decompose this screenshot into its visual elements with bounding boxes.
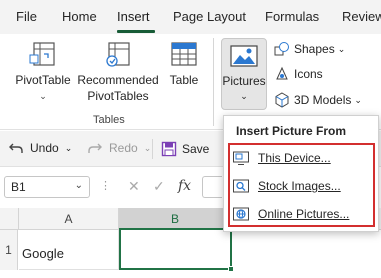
column-header-b[interactable]: B xyxy=(119,208,232,230)
cell-b1-selected[interactable] xyxy=(119,228,234,272)
3d-models-button[interactable]: 3D Models ⌄ xyxy=(274,91,362,109)
tab-file[interactable]: File xyxy=(16,9,37,24)
chevron-down-icon: ⌄ xyxy=(240,91,248,101)
chevron-down-icon: ⌄ xyxy=(39,91,47,101)
pivot-table-label: PivotTable xyxy=(15,73,71,87)
3d-models-label: 3D Models xyxy=(294,93,352,107)
shapes-icon xyxy=(274,41,290,57)
recommended-label-1: Recommended xyxy=(77,73,159,87)
undo-button[interactable]: Undo ⌄ xyxy=(8,141,72,155)
tab-formulas[interactable]: Formulas xyxy=(265,9,319,24)
icons-button[interactable]: Icons xyxy=(274,65,323,83)
shapes-button[interactable]: Shapes ⌄ xyxy=(274,40,345,58)
chevron-down-icon: ⌄ xyxy=(74,180,83,191)
group-divider xyxy=(213,38,214,126)
chevron-down-icon: ⌄ xyxy=(143,142,152,153)
online-pictures-icon xyxy=(233,207,249,221)
tab-review[interactable]: Review xyxy=(342,9,381,24)
tables-group-label: Tables xyxy=(93,114,125,126)
this-device-item[interactable]: This Device... xyxy=(232,148,331,168)
cancel-icon[interactable]: ✕ xyxy=(128,178,140,195)
stock-images-icon xyxy=(233,179,249,193)
pictures-button[interactable]: Pictures ⌄ xyxy=(221,38,267,110)
recommended-pivot-icon xyxy=(106,42,130,67)
select-all-corner[interactable] xyxy=(0,208,19,230)
3d-models-icon xyxy=(274,92,290,108)
insert-picture-dropdown: Insert Picture From This Device... Stock… xyxy=(223,115,379,232)
chevron-down-icon: ⌄ xyxy=(337,43,346,54)
fill-handle[interactable] xyxy=(228,266,234,272)
redo-label: Redo xyxy=(109,141,138,155)
undo-icon xyxy=(9,143,23,153)
icons-label: Icons xyxy=(294,67,323,81)
table-button[interactable]: Table xyxy=(164,40,204,88)
name-box-value: B1 xyxy=(11,180,26,194)
cell-a1[interactable]: Google xyxy=(19,230,119,270)
formula-input[interactable] xyxy=(202,176,222,198)
chevron-down-icon: ⌄ xyxy=(354,94,362,105)
row-header-1[interactable]: 1 xyxy=(0,230,18,270)
icons-icon xyxy=(274,66,290,82)
dropdown-title: Insert Picture From xyxy=(236,124,347,138)
pictures-label: Pictures xyxy=(222,74,266,88)
pivot-table-button[interactable]: PivotTable ⌄ xyxy=(14,40,72,104)
redo-icon xyxy=(88,143,102,153)
tab-home[interactable]: Home xyxy=(62,9,97,24)
recommended-pivottables-button[interactable]: Recommended PivotTables xyxy=(76,40,160,104)
more-options-icon: ⋮ xyxy=(100,180,111,192)
device-icon xyxy=(233,151,249,165)
stock-images-item[interactable]: Stock Images... xyxy=(232,176,341,196)
active-tab-indicator xyxy=(117,30,155,33)
recommended-label-2: PivotTables xyxy=(87,89,149,103)
undo-label: Undo xyxy=(30,141,59,155)
shapes-label: Shapes xyxy=(294,42,335,56)
stock-images-label: Stock Images... xyxy=(258,179,341,193)
name-box[interactable]: B1 ⌄ xyxy=(4,176,90,198)
online-pictures-item[interactable]: Online Pictures... xyxy=(232,204,349,224)
column-header-a[interactable]: A xyxy=(19,208,119,230)
picture-icon xyxy=(230,45,258,67)
table-icon xyxy=(171,42,197,66)
save-label: Save xyxy=(182,142,210,156)
online-pictures-label: Online Pictures... xyxy=(258,207,350,221)
insert-function-icon[interactable]: fx xyxy=(178,178,191,194)
tab-insert[interactable]: Insert xyxy=(117,9,150,24)
qa-divider xyxy=(152,139,153,159)
enter-icon[interactable]: ✓ xyxy=(153,178,165,195)
save-icon xyxy=(161,141,177,157)
menu-bar: File Home Insert Page Layout Formulas Re… xyxy=(0,0,381,34)
pivot-table-icon xyxy=(29,42,55,66)
tab-page-layout[interactable]: Page Layout xyxy=(173,9,246,24)
this-device-label: This Device... xyxy=(258,151,331,165)
redo-button[interactable]: Redo ⌄ xyxy=(87,141,151,155)
save-button[interactable]: Save xyxy=(161,141,209,157)
table-label: Table xyxy=(169,73,199,87)
chevron-down-icon: ⌄ xyxy=(64,142,73,153)
